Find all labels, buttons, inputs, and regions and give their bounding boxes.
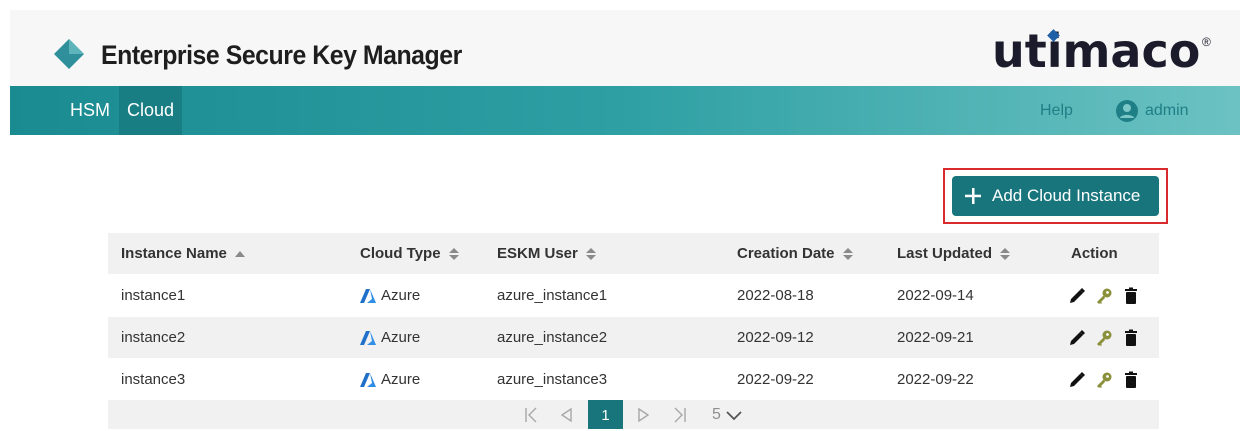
help-link[interactable]: Help [1040, 86, 1073, 135]
sort-ascending-icon [234, 250, 245, 257]
page-size-value: 5 [712, 406, 721, 423]
cell-instance-name: instance2 [121, 317, 185, 359]
row-actions [1068, 359, 1140, 401]
cloud-type: Azure [381, 329, 421, 346]
brand-registered-mark: ® [1202, 35, 1211, 49]
cell-creation-date: 2022-08-18 [737, 275, 814, 317]
previous-page-icon[interactable] [556, 404, 576, 426]
cell-last-updated: 2022-09-14 [897, 275, 974, 317]
azure-logo-icon [360, 331, 376, 345]
main-navbar: HSM Cloud Help admin [10, 86, 1240, 135]
cell-creation-date: 2022-09-12 [737, 317, 814, 359]
last-updated: 2022-09-14 [897, 287, 974, 304]
last-updated: 2022-09-22 [897, 371, 974, 388]
pencil-icon[interactable] [1068, 329, 1086, 347]
column-label: Last Updated [897, 245, 993, 262]
app-title: Enterprise Secure Key Manager [101, 40, 462, 70]
key-icon[interactable] [1095, 329, 1113, 347]
sort-icon [448, 247, 459, 260]
table-row: instance2 Azure azure_instance2 2022-09-12 2… [108, 316, 1159, 358]
sort-icon [585, 247, 596, 260]
sort-icon [842, 247, 853, 260]
column-label: Cloud Type [360, 245, 441, 262]
column-label: Action [1071, 245, 1118, 262]
instance-name: instance1 [121, 287, 186, 304]
cell-creation-date: 2022-09-22 [737, 359, 814, 401]
column-header-creation-date[interactable]: Creation Date [737, 233, 853, 274]
column-label: Instance Name [121, 245, 227, 262]
eskm-user: azure_instance3 [497, 371, 608, 388]
current-page-button[interactable]: 1 [588, 400, 623, 429]
creation-date: 2022-08-18 [737, 287, 814, 304]
plus-icon [965, 188, 981, 204]
table-row: instance3 Azure azure_instance3 2022-09-22 2… [108, 358, 1159, 400]
next-page-icon[interactable] [634, 404, 654, 426]
page-size-select[interactable]: 5 [712, 403, 743, 427]
nav-item-hsm[interactable]: HSM [62, 86, 118, 135]
pencil-icon[interactable] [1068, 371, 1086, 389]
cell-last-updated: 2022-09-21 [897, 317, 974, 359]
user-menu[interactable]: admin [1115, 86, 1189, 135]
row-actions [1068, 317, 1140, 359]
cell-instance-name: instance1 [121, 275, 185, 317]
brand-logo: utimaco [992, 24, 1201, 78]
column-header-instance-name[interactable]: Instance Name [121, 233, 245, 274]
nav-item-cloud[interactable]: Cloud [119, 86, 183, 135]
cell-cloud-type: Azure [360, 275, 420, 317]
trash-icon[interactable] [1122, 329, 1140, 347]
trash-icon[interactable] [1122, 371, 1140, 389]
column-header-last-updated[interactable]: Last Updated [897, 233, 1011, 274]
cloud-type: Azure [381, 287, 421, 304]
cell-eskm-user: azure_instance3 [497, 359, 607, 401]
app-header: Enterprise Secure Key Manager utimaco ® [10, 10, 1240, 86]
cell-eskm-user: azure_instance1 [497, 275, 607, 317]
row-actions [1068, 275, 1140, 317]
instance-name: instance2 [121, 329, 186, 346]
azure-logo-icon [360, 289, 376, 303]
cell-cloud-type: Azure [360, 359, 420, 401]
azure-logo-icon [360, 373, 376, 387]
key-icon[interactable] [1095, 287, 1113, 305]
instances-table: Instance Name Cloud Type ESKM User Creat… [108, 233, 1159, 400]
column-header-eskm-user[interactable]: ESKM User [497, 233, 596, 274]
instance-name: instance3 [121, 371, 186, 388]
pagination: 1 5 [108, 400, 1159, 429]
cell-instance-name: instance3 [121, 359, 185, 401]
eskm-user: azure_instance1 [497, 287, 608, 304]
last-page-icon[interactable] [670, 404, 690, 426]
key-icon[interactable] [1095, 371, 1113, 389]
eskm-user: azure_instance2 [497, 329, 608, 346]
cell-last-updated: 2022-09-22 [897, 359, 974, 401]
user-name: admin [1145, 102, 1189, 119]
add-button-label: Add Cloud Instance [992, 186, 1141, 205]
trash-icon[interactable] [1122, 287, 1140, 305]
last-updated: 2022-09-21 [897, 329, 974, 346]
creation-date: 2022-09-12 [737, 329, 814, 346]
column-header-cloud-type[interactable]: Cloud Type [360, 233, 459, 274]
app-window: Enterprise Secure Key Manager utimaco ® … [0, 0, 1246, 429]
add-cloud-instance-button[interactable]: Add Cloud Instance [952, 176, 1159, 216]
cell-cloud-type: Azure [360, 317, 420, 359]
table-header: Instance Name Cloud Type ESKM User Creat… [108, 233, 1159, 274]
teal-diamond-icon [54, 39, 84, 69]
creation-date: 2022-09-22 [737, 371, 814, 388]
cloud-type: Azure [381, 371, 421, 388]
table-row: instance1 Azure azure_instance1 2022-08-18 2… [108, 274, 1159, 316]
column-label: Creation Date [737, 245, 835, 262]
chevron-down-icon [726, 411, 742, 421]
sort-icon [1000, 247, 1011, 260]
user-circle-icon [1116, 99, 1138, 122]
first-page-icon[interactable] [521, 404, 541, 426]
pencil-icon[interactable] [1068, 287, 1086, 305]
column-header-action: Action [1071, 233, 1118, 274]
cell-eskm-user: azure_instance2 [497, 317, 607, 359]
column-label: ESKM User [497, 245, 578, 262]
